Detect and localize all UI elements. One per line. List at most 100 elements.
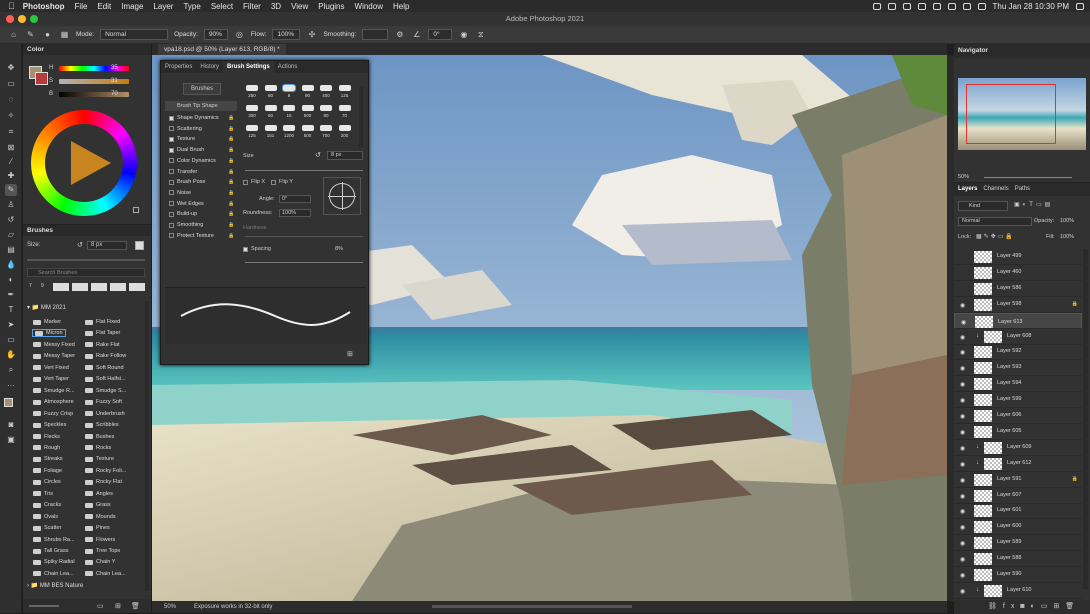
eye-icon[interactable]: ◉ [960, 588, 965, 595]
layer-filter-icons[interactable]: ▣◐T▭▤ [1014, 201, 1080, 211]
layer-row[interactable]: ◉ ↓ Layer 612 [954, 456, 1082, 472]
quick-mask-icon[interactable]: ◙ [5, 419, 17, 431]
layer-row[interactable]: Layer 499 [954, 249, 1082, 265]
layer-thumbnail[interactable] [974, 505, 992, 518]
bluetooth-icon[interactable] [932, 2, 941, 10]
brush-item[interactable]: Smudge R... [33, 388, 75, 394]
tab-paths[interactable]: Paths [1015, 183, 1030, 196]
brush-item[interactable]: Mounds [85, 514, 116, 520]
brush-option[interactable]: Scattering [169, 126, 202, 132]
layer-name[interactable]: Layer 605 [997, 428, 1021, 434]
tip-size-slider[interactable] [245, 170, 363, 171]
recent-brush-3[interactable] [91, 283, 107, 291]
color-panel-options-icon[interactable] [133, 207, 139, 213]
brush-item[interactable]: Chain Y [85, 559, 115, 565]
flip-y-box[interactable] [271, 179, 276, 185]
brush-option[interactable]: Shape Dynamics [169, 115, 219, 121]
tab-channels[interactable]: Channels [983, 183, 1008, 196]
brush-item[interactable]: Rake Follow [85, 353, 126, 359]
option-checkbox[interactable] [169, 147, 174, 153]
create-brush-icon[interactable]: ⊞ [347, 350, 353, 358]
foreground-color-swatch[interactable] [4, 398, 13, 407]
layer-thumbnail[interactable] [984, 441, 1002, 454]
gradient-tool-icon[interactable]: ▤ [5, 244, 17, 256]
brush-item[interactable]: Pines [85, 525, 110, 531]
layer-row[interactable]: ◉ Layer 592 [954, 344, 1082, 361]
brush-tip-swatch[interactable] [320, 105, 332, 111]
layer-thumbnail[interactable] [984, 584, 1002, 597]
menu-help[interactable]: Help [393, 2, 409, 11]
brush-tip-swatch[interactable] [320, 85, 332, 91]
layer-name[interactable]: Layer 607 [997, 492, 1021, 498]
layer-row[interactable]: ◉ Layer 590 [954, 567, 1082, 583]
tip-7[interactable]: 7 [29, 283, 32, 289]
horizontal-scrollbar[interactable] [432, 605, 632, 608]
layer-row[interactable]: ◉ Layer 594 [954, 376, 1082, 393]
brush-item[interactable]: Vert Taper [33, 376, 69, 382]
eye-icon[interactable]: ◉ [960, 397, 965, 404]
minimize-window-icon[interactable] [18, 15, 26, 23]
layer-name[interactable]: Layer 608 [1007, 333, 1031, 339]
spacing-checkbox[interactable]: Spacing [243, 246, 271, 252]
record-icon[interactable] [872, 2, 881, 10]
crop-tool-icon[interactable]: ⌗ [5, 126, 17, 138]
brush-tool-icon[interactable]: ✎ [5, 184, 17, 196]
layer-row[interactable]: ◉ Layer 591 🔒 [954, 472, 1082, 488]
brush-item[interactable]: Flat Taper [85, 330, 120, 336]
option-lock-icon[interactable]: 🔒 [228, 147, 234, 153]
layer-name[interactable]: Layer 589 [997, 539, 1021, 545]
brush-item[interactable]: Soft Halfsi... [85, 376, 126, 382]
layer-thumbnail[interactable] [974, 569, 992, 581]
flip-x-box[interactable] [243, 179, 248, 185]
tip-size-input[interactable]: 8 px [327, 151, 363, 160]
brush-option[interactable]: Texture [169, 136, 195, 142]
eye-icon[interactable]: ◉ [960, 334, 965, 341]
brush-item[interactable]: Vert Fixed [33, 365, 69, 371]
brush-option[interactable]: Color Dynamics [169, 158, 216, 164]
layer-thumbnail[interactable] [974, 425, 992, 438]
brush-item[interactable]: Speckles [33, 422, 66, 428]
brush-option[interactable]: Dual Brush [169, 147, 204, 153]
home-icon[interactable]: ⌂ [8, 29, 19, 40]
brush-item[interactable]: Shrubs Ra... [33, 537, 75, 543]
eye-icon[interactable]: ◉ [961, 319, 966, 327]
menu-3d[interactable]: 3D [271, 2, 281, 11]
creative-cloud-icon[interactable] [887, 2, 896, 10]
angle-input-field[interactable]: 0° [279, 195, 311, 203]
option-lock-icon[interactable]: 🔒 [228, 190, 234, 196]
pressure-size-icon[interactable]: ◉ [458, 29, 469, 40]
screen-mode-icon[interactable]: ▣ [5, 434, 17, 446]
symmetry-icon[interactable]: ⧖ [475, 29, 486, 40]
brush-tip-swatch[interactable] [301, 105, 314, 111]
brush-search-input[interactable]: Search Brushes [27, 268, 145, 277]
brush-item[interactable]: Chain Lea... [85, 571, 126, 577]
new-icon[interactable]: ⊞ [115, 602, 121, 610]
brush-item[interactable]: Scatter [33, 525, 61, 531]
brush-item[interactable]: Cracks [33, 502, 61, 508]
layer-row[interactable]: ◉ Layer 600 [954, 519, 1082, 536]
menu-select[interactable]: Select [211, 2, 233, 11]
option-lock-icon[interactable]: 🔒 [228, 179, 234, 185]
eye-icon[interactable]: ◉ [960, 493, 965, 500]
layer-thumbnail[interactable] [984, 457, 1002, 470]
angle-input[interactable]: 0° [428, 29, 453, 40]
preview-size-slider[interactable] [29, 605, 59, 607]
eye-icon[interactable]: ◉ [960, 477, 965, 484]
apple-icon[interactable]:  [8, 1, 15, 11]
tab-history[interactable]: History [196, 61, 223, 73]
eye-icon[interactable]: ◉ [960, 461, 965, 468]
brush-item[interactable]: Tree Tops [85, 548, 120, 554]
brush-tip-swatch[interactable] [246, 105, 258, 111]
status-text[interactable]: Exposure works in 32-bit only [194, 601, 272, 613]
brush-item[interactable]: Tris [33, 491, 53, 497]
stamp-tool-icon[interactable]: ♙ [5, 199, 17, 211]
layer-thumbnail[interactable] [974, 553, 992, 566]
brush-item[interactable]: Messy Taper [33, 353, 75, 359]
eye-icon[interactable]: ◉ [960, 381, 965, 388]
brush-tip-swatch[interactable] [283, 105, 295, 111]
layer-name[interactable]: Layer 610 [1007, 587, 1031, 593]
saturation-slider[interactable] [59, 79, 129, 84]
tab-actions[interactable]: Actions [274, 61, 302, 73]
option-checkbox[interactable] [169, 136, 174, 142]
brush-tip-swatch[interactable] [282, 84, 296, 92]
